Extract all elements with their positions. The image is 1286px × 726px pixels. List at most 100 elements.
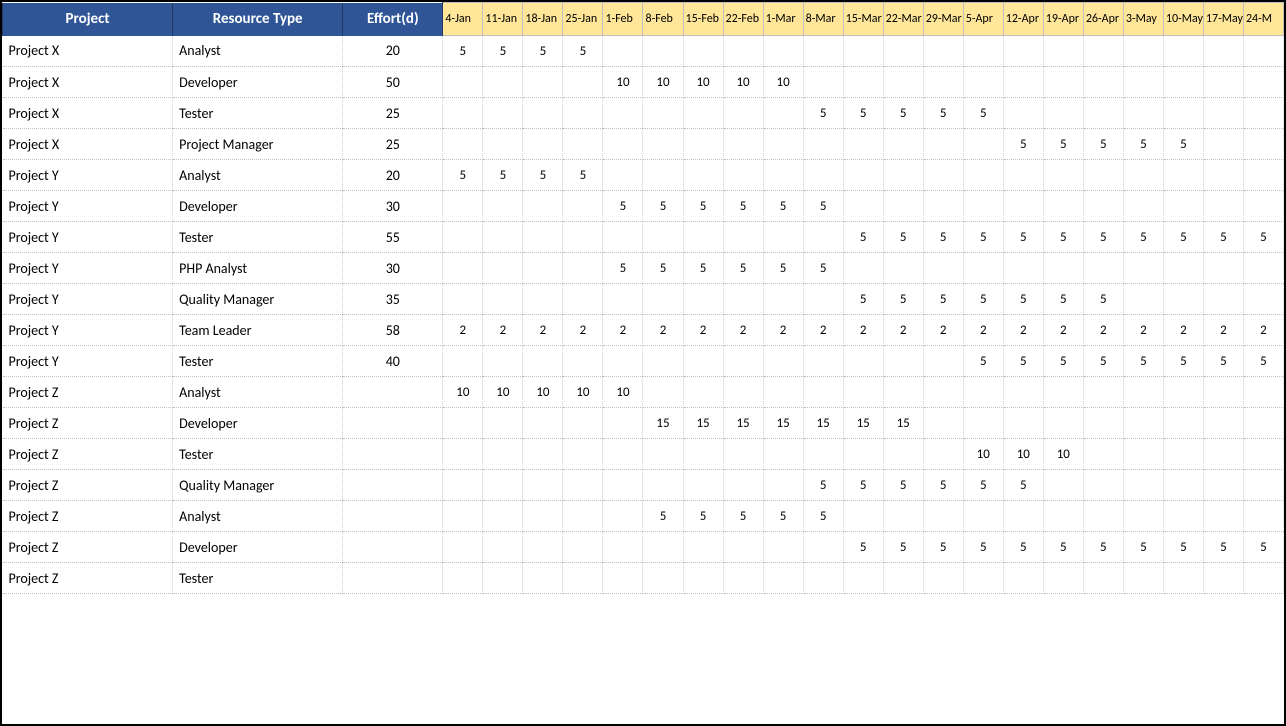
cell-value[interactable]: 2 — [1163, 315, 1203, 346]
cell-value[interactable] — [1243, 377, 1283, 408]
cell-value[interactable] — [1123, 470, 1163, 501]
cell-value[interactable] — [603, 98, 643, 129]
cell-value[interactable] — [843, 129, 883, 160]
cell-value[interactable] — [1163, 563, 1203, 594]
cell-project[interactable]: Project Y — [3, 253, 173, 284]
cell-value[interactable]: 5 — [1043, 129, 1083, 160]
cell-value[interactable] — [1203, 377, 1243, 408]
cell-value[interactable] — [483, 501, 523, 532]
cell-value[interactable]: 5 — [923, 470, 963, 501]
cell-value[interactable]: 10 — [603, 67, 643, 98]
cell-value[interactable] — [563, 222, 603, 253]
cell-value[interactable] — [443, 408, 483, 439]
cell-value[interactable] — [1203, 408, 1243, 439]
cell-value[interactable]: 5 — [923, 222, 963, 253]
cell-value[interactable] — [763, 439, 803, 470]
cell-value[interactable] — [683, 36, 723, 67]
cell-value[interactable]: 5 — [1123, 222, 1163, 253]
cell-value[interactable]: 5 — [483, 160, 523, 191]
cell-value[interactable] — [523, 222, 563, 253]
cell-value[interactable]: 5 — [843, 470, 883, 501]
cell-effort[interactable]: 25 — [343, 129, 443, 160]
cell-value[interactable] — [1003, 377, 1043, 408]
cell-value[interactable]: 10 — [643, 67, 683, 98]
cell-value[interactable]: 5 — [1163, 532, 1203, 563]
cell-effort[interactable]: 30 — [343, 191, 443, 222]
cell-value[interactable] — [483, 191, 523, 222]
cell-project[interactable]: Project Z — [3, 470, 173, 501]
cell-value[interactable] — [1043, 377, 1083, 408]
cell-value[interactable] — [563, 284, 603, 315]
cell-value[interactable]: 10 — [763, 67, 803, 98]
cell-value[interactable]: 5 — [1203, 222, 1243, 253]
cell-project[interactable]: Project Z — [3, 377, 173, 408]
header-resource-type[interactable]: Resource Type — [173, 3, 343, 36]
cell-value[interactable] — [443, 346, 483, 377]
cell-value[interactable] — [963, 501, 1003, 532]
cell-value[interactable] — [483, 439, 523, 470]
cell-value[interactable] — [683, 98, 723, 129]
cell-value[interactable] — [483, 284, 523, 315]
cell-value[interactable]: 15 — [763, 408, 803, 439]
cell-value[interactable] — [843, 563, 883, 594]
cell-value[interactable] — [763, 563, 803, 594]
cell-value[interactable]: 2 — [803, 315, 843, 346]
cell-value[interactable] — [483, 129, 523, 160]
cell-value[interactable] — [843, 377, 883, 408]
cell-value[interactable]: 5 — [843, 532, 883, 563]
cell-value[interactable] — [1203, 563, 1243, 594]
cell-value[interactable] — [923, 408, 963, 439]
cell-value[interactable] — [603, 439, 643, 470]
cell-value[interactable] — [683, 129, 723, 160]
cell-value[interactable] — [683, 532, 723, 563]
cell-value[interactable] — [443, 532, 483, 563]
cell-value[interactable]: 5 — [443, 160, 483, 191]
cell-value[interactable] — [523, 408, 563, 439]
cell-resource[interactable]: Quality Manager — [173, 284, 343, 315]
cell-value[interactable] — [643, 470, 683, 501]
cell-value[interactable] — [643, 439, 683, 470]
header-date[interactable]: 1-Mar — [763, 3, 803, 36]
cell-value[interactable] — [1003, 191, 1043, 222]
cell-value[interactable] — [843, 346, 883, 377]
cell-effort[interactable]: 55 — [343, 222, 443, 253]
header-date[interactable]: 22-Mar — [883, 3, 923, 36]
cell-value[interactable] — [963, 377, 1003, 408]
cell-value[interactable] — [883, 501, 923, 532]
cell-value[interactable] — [603, 470, 643, 501]
cell-value[interactable] — [1083, 563, 1123, 594]
cell-value[interactable] — [1243, 160, 1283, 191]
cell-value[interactable] — [883, 36, 923, 67]
cell-value[interactable] — [1083, 470, 1123, 501]
cell-value[interactable] — [1163, 67, 1203, 98]
cell-project[interactable]: Project X — [3, 129, 173, 160]
cell-value[interactable]: 5 — [1203, 346, 1243, 377]
cell-value[interactable] — [443, 470, 483, 501]
cell-effort[interactable]: 35 — [343, 284, 443, 315]
cell-resource[interactable]: Analyst — [173, 377, 343, 408]
cell-value[interactable]: 10 — [683, 67, 723, 98]
cell-value[interactable]: 2 — [443, 315, 483, 346]
header-date[interactable]: 8-Feb — [643, 3, 683, 36]
cell-value[interactable] — [1203, 67, 1243, 98]
cell-value[interactable] — [1203, 284, 1243, 315]
cell-value[interactable] — [1043, 563, 1083, 594]
cell-resource[interactable]: Team Leader — [173, 315, 343, 346]
cell-value[interactable]: 5 — [763, 501, 803, 532]
cell-resource[interactable]: Tester — [173, 439, 343, 470]
cell-value[interactable]: 2 — [883, 315, 923, 346]
cell-value[interactable] — [1243, 129, 1283, 160]
cell-effort[interactable]: 40 — [343, 346, 443, 377]
cell-value[interactable] — [1243, 563, 1283, 594]
cell-value[interactable]: 2 — [1243, 315, 1283, 346]
cell-value[interactable] — [1003, 67, 1043, 98]
cell-value[interactable] — [843, 191, 883, 222]
header-project[interactable]: Project — [3, 3, 173, 36]
cell-value[interactable] — [483, 408, 523, 439]
cell-value[interactable] — [1243, 501, 1283, 532]
cell-value[interactable] — [483, 67, 523, 98]
cell-value[interactable]: 2 — [603, 315, 643, 346]
cell-value[interactable] — [603, 501, 643, 532]
cell-value[interactable] — [643, 284, 683, 315]
cell-value[interactable] — [1043, 253, 1083, 284]
